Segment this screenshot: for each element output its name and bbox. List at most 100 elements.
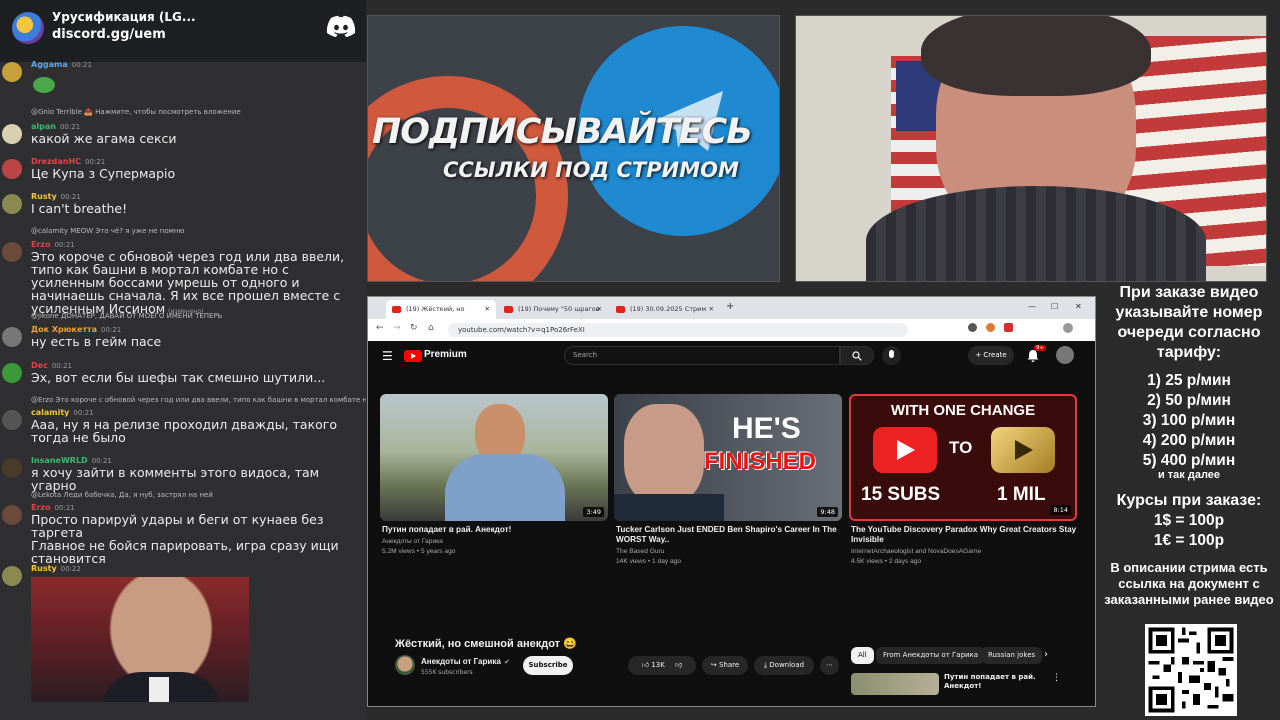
discord-logo-icon (326, 15, 356, 38)
share-label: Share (718, 661, 740, 669)
extension-icon[interactable] (968, 323, 977, 332)
price-item: 4) 200 р/мин (1142, 432, 1236, 449)
now-playing-title: Жёсткий, но смешной анекдот 😄 (395, 638, 577, 650)
discord-header: Урусификация (LG... discord.gg/uem (0, 0, 366, 62)
more-vert-icon[interactable]: ⋮ (1052, 673, 1061, 683)
more-actions-button[interactable]: ⋯ (820, 656, 839, 675)
profile-icon[interactable] (1063, 323, 1073, 333)
browser-tab-active[interactable]: (19) Жёсткий, но смешной ...✕ (386, 300, 496, 332)
server-name: Урусификация (LG... (52, 10, 196, 24)
download-button[interactable]: ⤓ Download (754, 656, 814, 675)
minimize-icon[interactable]: — (1028, 302, 1036, 311)
subscribe-button[interactable]: Subscribe (523, 656, 573, 675)
search-input[interactable]: Search (564, 346, 840, 365)
like-button[interactable]: 👍︎ 13K (642, 661, 665, 669)
chip-all[interactable]: All (851, 647, 874, 664)
server-icon[interactable] (12, 12, 44, 44)
account-avatar[interactable] (1056, 346, 1074, 364)
username: DrezdanHC (31, 157, 82, 166)
video-thumbnail[interactable]: WITH ONE CHANGE TO 15 SUBS 1 MIL 8:14 (849, 394, 1077, 521)
reply-preview[interactable]: @calamity MEOW Это чё? я уже не помню (31, 227, 184, 235)
video-title[interactable]: Путин попадает в рай. Анекдот! (382, 525, 608, 535)
chip-channel[interactable]: From Анекдоты от Гарика (876, 647, 986, 664)
message-text: Просто парируй удары и беги от кунаев бе… (31, 512, 339, 566)
username: Dec (31, 361, 48, 370)
youtube-favicon-icon (616, 306, 625, 313)
channel-name[interactable]: The Based Guru (616, 547, 664, 557)
browser-tab[interactable]: (19) Почему "50 шрагов Амер...✕ (498, 300, 608, 332)
browser-window: (19) Жёсткий, но смешной ...✕ (19) Почем… (367, 296, 1096, 707)
share-button[interactable]: ↪ Share (702, 656, 748, 675)
message-text: Ааа, ну я на релизе проходил дважды, так… (31, 417, 341, 445)
timestamp: 00:21 (101, 326, 122, 334)
avatar (2, 242, 22, 262)
search-button[interactable] (840, 346, 874, 365)
video-thumbnail[interactable]: 3:49 (380, 394, 608, 521)
suit-shape (614, 494, 724, 521)
related-video-thumbnail[interactable] (851, 673, 939, 695)
home-icon[interactable]: ⌂ (428, 323, 434, 333)
video-title[interactable]: The YouTube Discovery Paradox Why Great … (851, 525, 1077, 545)
reply-preview[interactable]: @Erzo Это короче с обновой через год или… (31, 396, 366, 404)
price-item: 3) 100 р/мин (1142, 412, 1236, 429)
mic-icon (889, 350, 894, 358)
notifications-bell-icon[interactable] (1026, 349, 1040, 363)
video-stats: 5.2M views • 5 years ago (382, 548, 456, 555)
avatar (2, 363, 22, 383)
avatar (2, 62, 22, 82)
back-icon[interactable]: ← (376, 323, 384, 333)
tab-bar: (19) Жёсткий, но смешной ...✕ (19) Почем… (368, 297, 1095, 332)
channel-avatar[interactable] (395, 655, 415, 675)
video-thumbnail[interactable]: HE'S FINISHED 9:48 (614, 394, 842, 521)
order-heading: При заказе видео указывайте номер очеред… (1115, 284, 1263, 361)
video-stats: 4.5K views • 2 days ago (851, 558, 922, 565)
mic-button[interactable] (882, 346, 901, 365)
youtube-logo-icon[interactable] (404, 350, 422, 362)
channel-name[interactable]: Анекдоты от Гарика (382, 537, 443, 547)
reply-preview[interactable]: @Gnio Terrible 📤 Нажмите, чтобы посмотре… (31, 108, 241, 116)
create-button[interactable]: + Create (968, 346, 1014, 365)
shirt-shape (445, 454, 565, 521)
qr-code[interactable] (1145, 624, 1237, 716)
avatar (2, 159, 22, 179)
maximize-icon[interactable]: ☐ (1051, 302, 1058, 311)
chip-russian-jokes[interactable]: Russian jokes (981, 647, 1043, 664)
video-title[interactable]: Tucker Carlson Just ENDED Ben Shapiro's … (616, 525, 842, 545)
username: calamity (31, 408, 70, 417)
reload-icon[interactable]: ↻ (410, 323, 418, 333)
close-window-icon[interactable]: ✕ (1075, 302, 1082, 311)
chevron-right-icon[interactable]: › (1044, 649, 1048, 660)
message-text: я хочу зайти в комменты этого видоса, та… (31, 465, 324, 493)
address-bar-row: ← → ↻ ⌂ youtube.com/watch?v=q1Po26rFeXI (368, 319, 1095, 341)
close-tab-icon[interactable]: ✕ (485, 300, 490, 319)
reply-preview[interactable]: @jikone ДОНАТЕР, ДАВАЙ ОТ МОЕГО ИМЕНИ ТЕ… (31, 312, 222, 320)
close-tab-icon[interactable]: ✕ (709, 300, 714, 319)
thumbs-up-icon: 👍︎ (641, 661, 652, 669)
menu-icon[interactable]: ☰ (382, 349, 393, 363)
hair-shape (921, 16, 1151, 96)
new-tab-icon[interactable]: + (726, 301, 734, 312)
url-field[interactable]: youtube.com/watch?v=q1Po26rFeXI (448, 323, 908, 337)
etc-label: и так далее (1157, 469, 1221, 481)
extension-icon[interactable] (986, 323, 995, 332)
face-shape (624, 404, 704, 504)
thumbs-down-icon[interactable]: 👎︎ (675, 661, 682, 669)
reply-preview[interactable]: @Lekota Леди бабочка, Да, я нуб, застрял… (31, 491, 213, 499)
username: Erzo (31, 240, 51, 249)
username: Док Хрюкетта (31, 325, 98, 334)
avatar (2, 566, 22, 586)
related-video-title[interactable]: Путин попадает в рай. Анекдот! (944, 673, 1044, 691)
message-text: ну есть в гейм пасе (31, 334, 162, 349)
invite-link[interactable]: discord.gg/uem (52, 27, 166, 42)
channel-name[interactable]: InternetArchaeologist and NovaDoesAGame (851, 547, 981, 557)
thumbnail-text: FINISHED (704, 448, 817, 475)
thumbnail-text: TO (949, 438, 973, 457)
close-tab-icon[interactable]: ✕ (597, 300, 602, 319)
message-text: Эх, вот если бы шефы так смешно шутили..… (31, 370, 326, 385)
channel-name[interactable]: Анекдоты от Гарика (421, 657, 501, 666)
forward-icon[interactable]: → (393, 323, 401, 333)
attached-image[interactable] (31, 577, 249, 702)
extension-icon[interactable] (1004, 323, 1013, 332)
browser-tab[interactable]: (19) 30.09.2025 Стрим Стиме...✕ (610, 300, 720, 332)
subscriber-count: 555K subscribers (421, 669, 473, 676)
